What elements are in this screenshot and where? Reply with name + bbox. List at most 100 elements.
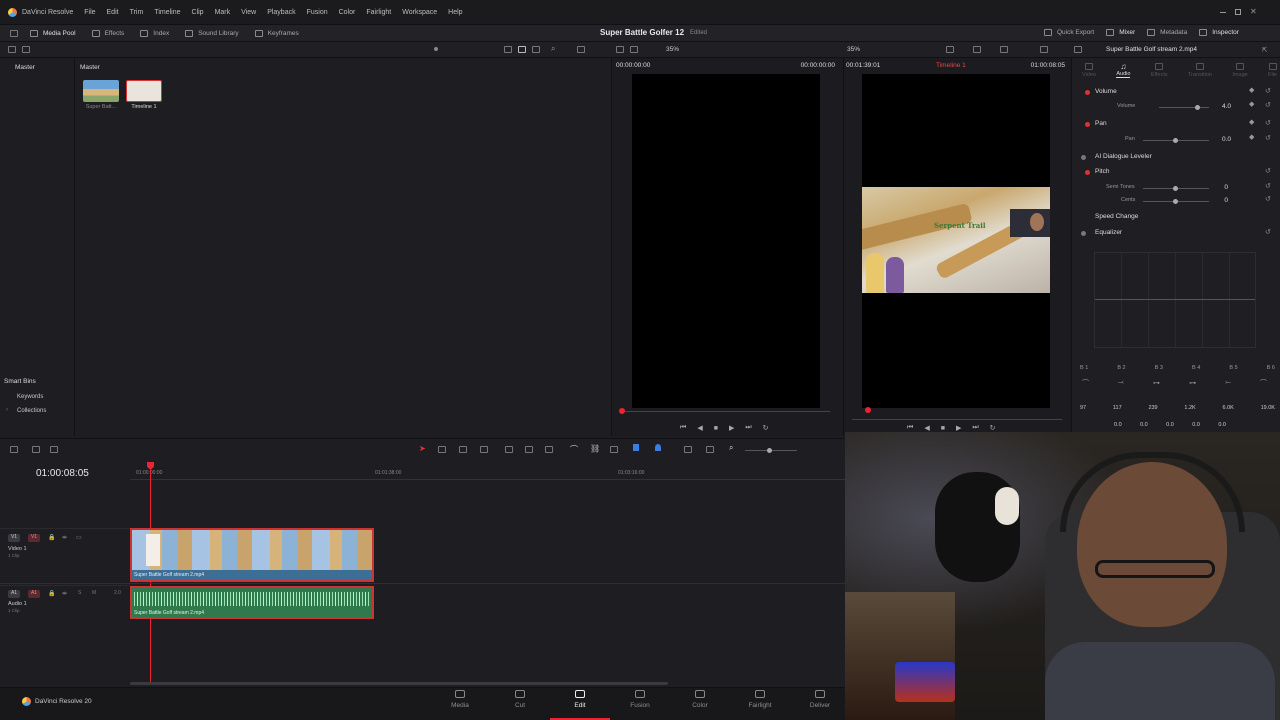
linked-selection-icon[interactable]: ⛓ — [590, 444, 600, 453]
marker-icon[interactable] — [655, 444, 661, 451]
viewer-options-icon[interactable] — [946, 46, 954, 53]
eq-band-4[interactable]: B 4 — [1192, 365, 1200, 371]
snapping-icon[interactable]: ⌒ — [570, 444, 578, 455]
keyframes-button[interactable]: Keyframes — [254, 29, 299, 37]
tab-effects[interactable]: Effects — [1151, 62, 1168, 78]
replace-clip-icon[interactable] — [545, 446, 553, 453]
tab-transition[interactable]: Transition — [1188, 62, 1212, 78]
stop-icon[interactable]: ■ — [941, 425, 945, 432]
timeline-horizontal-scrollbar[interactable] — [130, 682, 668, 685]
pan-section[interactable]: Pan ◆ ↺ — [1073, 117, 1280, 133]
skip-back-icon[interactable]: ⏮ — [680, 424, 686, 432]
media-clip-2[interactable]: Timeline 1 — [126, 80, 162, 110]
loop-icon[interactable]: ↻ — [763, 424, 769, 432]
menu-fusion[interactable]: Fusion — [307, 9, 328, 16]
menu-workspace[interactable]: Workspace — [402, 9, 437, 16]
speed-change-section[interactable]: Speed Change — [1073, 210, 1280, 226]
video-track-name[interactable]: Video 1 — [8, 546, 27, 552]
play-icon[interactable]: ▶ — [729, 424, 734, 432]
eq-freq-5[interactable]: 6.0K — [1222, 405, 1233, 411]
index-button[interactable]: Index — [140, 29, 169, 37]
eq-graph[interactable] — [1094, 252, 1256, 348]
lock-track-icon[interactable]: 🔒 — [48, 534, 55, 541]
page-media[interactable]: Media — [430, 687, 490, 720]
media-pool-button[interactable]: Media Pool — [30, 29, 76, 37]
menu-edit[interactable]: Edit — [107, 9, 119, 16]
clip-thumbnail[interactable] — [83, 80, 119, 102]
page-fairlight[interactable]: Fairlight — [730, 687, 790, 720]
zoom-detail-icon[interactable] — [706, 446, 714, 453]
cents-slider[interactable] — [1143, 199, 1209, 204]
a1-source-patch[interactable]: A1 — [8, 590, 20, 598]
reset-icon[interactable]: ↺ — [1265, 228, 1271, 236]
eq-band-1[interactable]: B 1 — [1080, 365, 1088, 371]
audio-meter-icon[interactable] — [50, 446, 58, 453]
selection-tool-icon[interactable]: ➤ — [419, 444, 426, 453]
timeline-thumbnail[interactable] — [126, 80, 162, 102]
volume-value[interactable]: 4.0 — [1211, 103, 1231, 110]
keyframe-icon[interactable]: ◆ — [1249, 133, 1254, 141]
window-controls[interactable]: ✕ — [1220, 7, 1260, 16]
menu-playback[interactable]: Playback — [267, 9, 295, 16]
high-shelf-filter-icon[interactable]: ⤚ — [1225, 379, 1231, 387]
close-icon[interactable]: ✕ — [1250, 7, 1257, 16]
menu-help[interactable]: Help — [448, 9, 462, 16]
solo-button[interactable]: S — [78, 590, 81, 596]
zoom-full-icon[interactable] — [684, 446, 692, 453]
grid-view-icon[interactable] — [518, 46, 526, 53]
lock-track-icon[interactable]: 🔒 — [48, 590, 55, 597]
page-deliver[interactable]: Deliver — [790, 687, 850, 720]
semitones-slider[interactable] — [1143, 186, 1209, 191]
smart-bin-collections[interactable]: Collections — [17, 408, 46, 414]
reset-icon[interactable]: ↺ — [1265, 167, 1271, 175]
keyframe-icon[interactable]: ◆ — [1249, 86, 1254, 94]
auto-select-icon[interactable]: ⇹ — [62, 534, 67, 541]
list-view-icon[interactable] — [532, 46, 540, 53]
source-zoom[interactable]: 35% — [666, 46, 679, 53]
fullscreen-icon[interactable] — [1040, 46, 1048, 53]
cents-value[interactable]: 0 — [1208, 197, 1228, 204]
smart-bin-keywords[interactable]: Keywords — [17, 394, 43, 400]
mixer-button[interactable]: Mixer — [1106, 29, 1135, 36]
v1-source-patch[interactable]: V1 — [8, 534, 20, 542]
source-scrubber[interactable] — [620, 411, 830, 412]
audio-clip[interactable]: Super Battle Golf stream 2.mp4 — [130, 586, 374, 619]
effects-button[interactable]: Effects — [91, 29, 124, 37]
tab-video[interactable]: Video — [1082, 62, 1096, 78]
trim-tool-icon[interactable] — [438, 446, 446, 453]
low-shelf-filter-icon[interactable]: ⤙ — [1118, 379, 1124, 387]
bin-root[interactable]: Master — [0, 58, 74, 71]
page-fusion[interactable]: Fusion — [610, 687, 670, 720]
overlay-icon[interactable] — [1000, 46, 1008, 53]
source-viewer-canvas[interactable] — [632, 74, 820, 408]
a1-destination-patch[interactable]: A1 — [28, 590, 40, 598]
eq-gain-3[interactable]: 0.0 — [1166, 422, 1174, 428]
semitones-value[interactable]: 0 — [1208, 184, 1228, 191]
zoom-search-icon[interactable]: ⌕ — [729, 443, 733, 453]
timeline-viewer-canvas[interactable]: Serpent Trail — [862, 74, 1050, 408]
bell-filter-icon[interactable]: ⊶ — [1153, 379, 1160, 387]
sort-icon[interactable] — [504, 46, 512, 53]
menu-view[interactable]: View — [241, 9, 256, 16]
dual-viewer-icon[interactable] — [630, 46, 638, 53]
pan-value[interactable]: 0.0 — [1211, 136, 1231, 143]
timeline-zoom-slider[interactable] — [745, 448, 797, 453]
timeline-viewer-playhead[interactable] — [865, 407, 871, 413]
page-cut[interactable]: Cut — [490, 687, 550, 720]
pitch-section[interactable]: Pitch ↺ — [1073, 165, 1280, 181]
eq-freq-2[interactable]: 117 — [1113, 405, 1122, 411]
eq-freq-6[interactable]: 19.0K — [1261, 405, 1275, 411]
insert-clip-icon[interactable] — [505, 446, 513, 453]
inspector-button[interactable]: Inspector — [1199, 29, 1239, 36]
equalizer-section[interactable]: Equalizer ↺ — [1073, 226, 1280, 242]
eq-gain-1[interactable]: 0.0 — [1114, 422, 1122, 428]
eq-band-3[interactable]: B 3 — [1155, 365, 1163, 371]
menu-fairlight[interactable]: Fairlight — [366, 9, 391, 16]
eq-gain-2[interactable]: 0.0 — [1140, 422, 1148, 428]
media-clip-1[interactable]: Super Batt... — [83, 80, 119, 110]
high-cut-filter-icon[interactable]: ⌒ — [1260, 378, 1267, 388]
play-reverse-icon[interactable]: ◀ — [697, 424, 702, 432]
reset-icon[interactable]: ↺ — [1265, 195, 1271, 203]
dialogue-leveler-section[interactable]: AI Dialogue Leveler — [1073, 150, 1280, 166]
position-lock-icon[interactable] — [610, 446, 618, 453]
